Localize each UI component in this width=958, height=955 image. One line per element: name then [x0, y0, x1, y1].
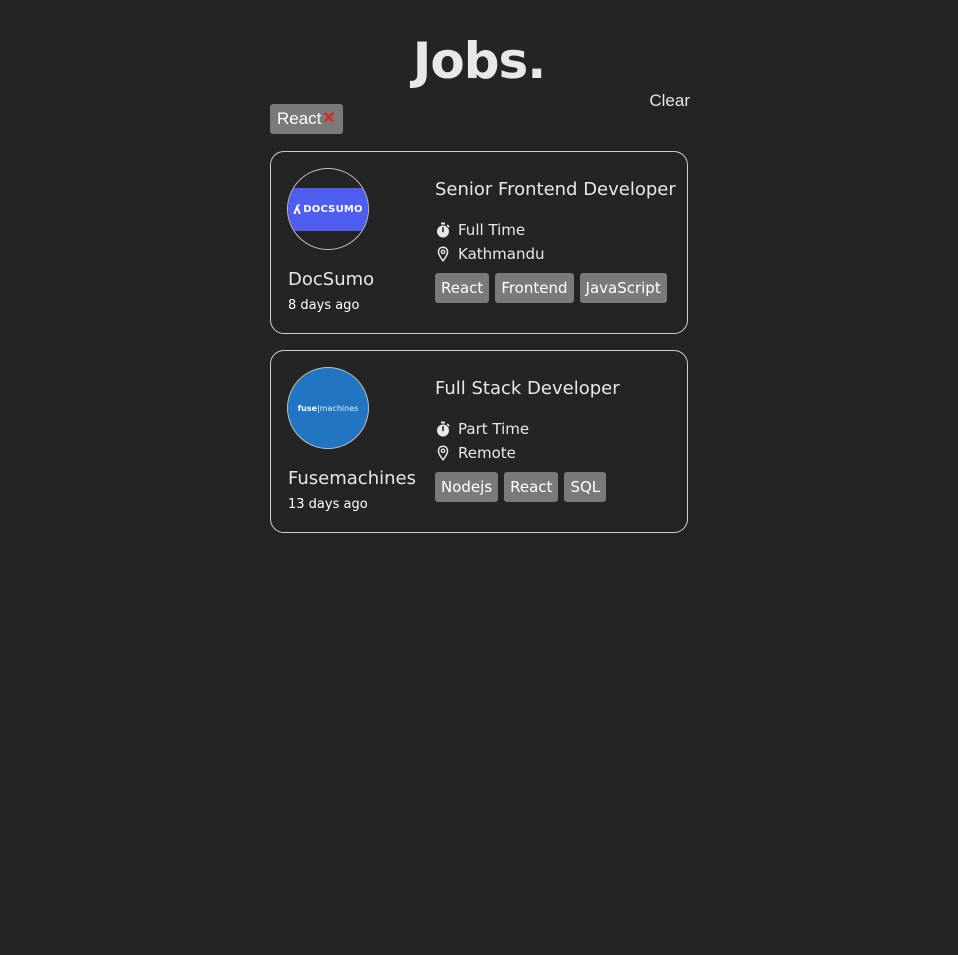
docsumo-logo-band: ʎ DOCSUMO — [288, 188, 368, 231]
tag-react[interactable]: React — [435, 273, 490, 303]
stopwatch-icon — [437, 222, 450, 238]
job-location-label: Remote — [458, 444, 516, 462]
company-name: Fusemachines — [288, 468, 416, 489]
job-type: Full Time — [435, 220, 525, 240]
tag-nodejs[interactable]: Nodejs — [435, 472, 499, 502]
map-pin-icon — [437, 445, 449, 461]
page-title: Jobs. — [412, 32, 547, 90]
filter-chip-label: React — [277, 109, 322, 128]
stopwatch-icon — [437, 421, 450, 437]
posted-date: 8 days ago — [288, 298, 360, 313]
job-card[interactable]: ʎ DOCSUMO DocSumo 8 days ago Senior Fron… — [270, 151, 688, 334]
tag-frontend[interactable]: Frontend — [495, 273, 574, 303]
job-tags: Nodejs React SQL — [435, 472, 607, 502]
company-logo: fuse | machines — [287, 367, 369, 449]
filter-chip-react: React ✕ — [270, 104, 343, 134]
company-name: DocSumo — [288, 269, 375, 290]
docsumo-mark-icon: ʎ — [293, 202, 302, 217]
job-type: Part Time — [435, 419, 529, 439]
posted-date: 13 days ago — [288, 497, 368, 512]
map-pin-icon — [437, 246, 449, 262]
job-type-label: Full Time — [458, 221, 526, 239]
job-location: Kathmandu — [435, 244, 545, 264]
close-icon[interactable]: ✕ — [322, 108, 335, 128]
job-location: Remote — [435, 443, 516, 463]
tag-sql[interactable]: SQL — [564, 472, 607, 502]
tag-react[interactable]: React — [504, 472, 559, 502]
job-location-label: Kathmandu — [458, 245, 545, 263]
clear-filters-button[interactable]: Clear — [646, 90, 690, 112]
fusemachines-logo-thin: machines — [319, 403, 359, 413]
job-title[interactable]: Senior Frontend Developer — [435, 178, 676, 202]
jobs-page: Jobs. Clear React ✕ ʎ DOCSUMO DocSumo 8 … — [0, 0, 958, 955]
company-logo: ʎ DOCSUMO — [287, 168, 369, 250]
fusemachines-logo-bold: fuse — [297, 403, 318, 413]
job-title[interactable]: Full Stack Developer — [435, 377, 620, 401]
job-tags: React Frontend JavaScript — [435, 273, 667, 303]
job-type-label: Part Time — [458, 420, 530, 438]
docsumo-logo-text: DOCSUMO — [303, 204, 363, 215]
tag-javascript[interactable]: JavaScript — [579, 273, 667, 303]
job-card[interactable]: fuse | machines Fusemachines 13 days ago… — [270, 350, 688, 533]
